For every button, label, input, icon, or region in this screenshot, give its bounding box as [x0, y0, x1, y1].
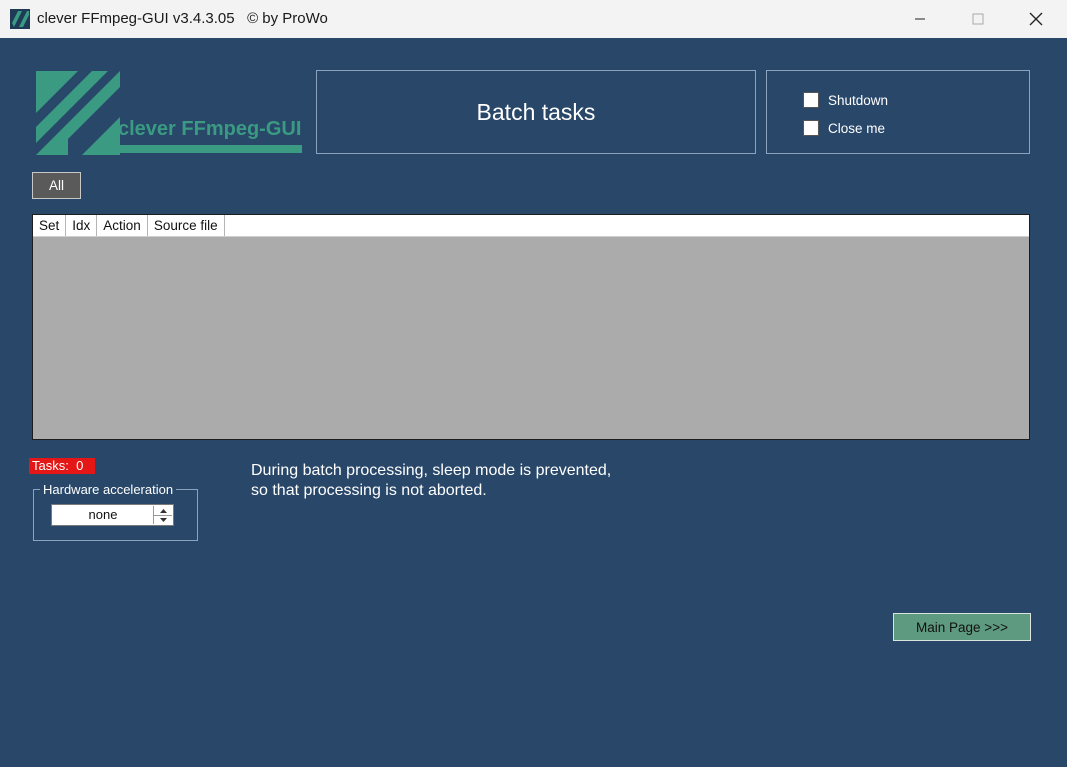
main-content: clever FFmpeg-GUI Batch tasks Shutdown C…	[0, 38, 1067, 767]
close-me-checkbox[interactable]	[803, 120, 819, 136]
main-page-button[interactable]: Main Page >>>	[893, 613, 1031, 641]
spinner-down-button[interactable]	[154, 515, 172, 524]
minimize-button[interactable]	[891, 0, 949, 38]
app-window: clever FFmpeg-GUI v3.4.3.05 © by ProWo c…	[0, 0, 1067, 767]
spinner-arrows	[153, 506, 172, 524]
column-header-source-file[interactable]: Source file	[148, 215, 225, 236]
table-header: Set Idx Action Source file	[33, 215, 1029, 237]
tasks-count-badge: Tasks: 0	[29, 458, 95, 474]
chevron-down-icon	[159, 517, 167, 522]
task-table[interactable]: Set Idx Action Source file	[32, 214, 1030, 440]
close-me-option[interactable]: Close me	[803, 120, 885, 136]
hardware-acceleration-group: Hardware acceleration none	[33, 482, 198, 541]
maximize-icon	[972, 13, 984, 25]
info-line-2: so that processing is not aborted.	[251, 482, 487, 499]
sleep-mode-info: During batch processing, sleep mode is p…	[251, 461, 611, 501]
shutdown-option[interactable]: Shutdown	[803, 92, 888, 108]
app-icon	[10, 9, 30, 29]
page-title-text: Batch tasks	[476, 98, 596, 125]
options-panel: Shutdown Close me	[766, 70, 1030, 154]
window-title: clever FFmpeg-GUI v3.4.3.05 © by ProWo	[37, 10, 328, 27]
shutdown-checkbox[interactable]	[803, 92, 819, 108]
column-header-set[interactable]: Set	[33, 215, 67, 236]
shutdown-label: Shutdown	[828, 92, 889, 108]
chevron-up-icon	[159, 508, 167, 513]
maximize-button[interactable]	[949, 0, 1007, 38]
close-icon	[1029, 12, 1043, 26]
hardware-acceleration-value: none	[88, 507, 118, 522]
info-line-1: During batch processing, sleep mode is p…	[251, 462, 612, 479]
close-me-label: Close me	[828, 120, 886, 136]
app-logo: clever FFmpeg-GUI	[36, 71, 302, 155]
page-title: Batch tasks	[316, 70, 756, 154]
hardware-acceleration-spinner[interactable]: none	[51, 504, 174, 526]
logo-text: clever FFmpeg-GUI	[118, 118, 301, 140]
column-header-action[interactable]: Action	[97, 215, 148, 236]
minimize-icon	[915, 18, 925, 20]
close-button[interactable]	[1007, 0, 1065, 38]
all-button[interactable]: All	[32, 172, 81, 199]
column-header-idx[interactable]: Idx	[66, 215, 98, 236]
hardware-acceleration-legend: Hardware acceleration	[40, 482, 177, 497]
title-bar[interactable]: clever FFmpeg-GUI v3.4.3.05 © by ProWo	[0, 0, 1067, 38]
